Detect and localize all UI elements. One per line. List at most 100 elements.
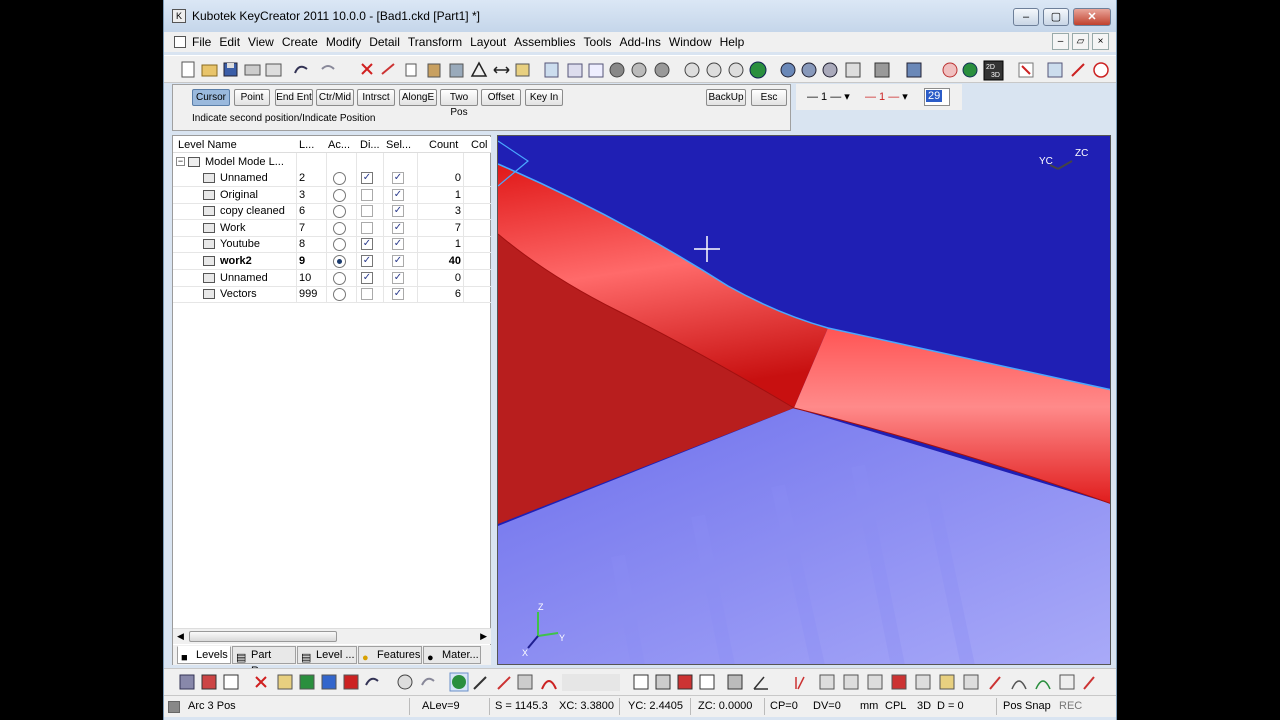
- line-icon[interactable]: [1071, 63, 1085, 77]
- status-units[interactable]: mm: [860, 700, 878, 712]
- shade-icon[interactable]: [962, 62, 978, 78]
- calculator-icon[interactable]: [874, 62, 890, 78]
- header-count[interactable]: Count: [429, 139, 458, 151]
- display-checkbox[interactable]: [361, 205, 373, 218]
- status-pos-snap[interactable]: Pos Snap: [1003, 700, 1051, 712]
- cursor-button[interactable]: Cursor: [192, 89, 230, 106]
- dim-10-icon[interactable]: [1011, 680, 1027, 690]
- pick-icon[interactable]: [1018, 62, 1034, 78]
- pan-icon[interactable]: [631, 62, 647, 78]
- red-part-icon[interactable]: [677, 674, 693, 690]
- part-icon[interactable]: [655, 674, 671, 690]
- select-icon[interactable]: [544, 62, 559, 78]
- tab-part-re[interactable]: ▤Part Re...: [232, 646, 296, 677]
- status-dv[interactable]: DV=0: [813, 700, 841, 712]
- menu-modify[interactable]: Modify: [322, 35, 365, 49]
- delete-entity-icon[interactable]: [255, 676, 267, 688]
- pen-red-icon[interactable]: [497, 676, 511, 690]
- refresh-icon[interactable]: [749, 61, 767, 79]
- rotate-icon[interactable]: [654, 62, 670, 78]
- block-icon[interactable]: [517, 674, 533, 690]
- rotate-entity-icon[interactable]: [365, 677, 379, 686]
- esc-button[interactable]: Esc: [751, 89, 787, 106]
- zoom-previous-icon[interactable]: [728, 62, 744, 78]
- dim-9-icon[interactable]: [989, 676, 1001, 690]
- menu-edit[interactable]: Edit: [215, 35, 244, 49]
- dim-2-icon[interactable]: [819, 674, 835, 690]
- dim-3-icon[interactable]: [843, 674, 859, 690]
- key-in-button[interactable]: Key In: [525, 89, 563, 106]
- frame-icon[interactable]: [699, 674, 715, 690]
- menu-detail[interactable]: Detail: [365, 35, 404, 49]
- maximize-button[interactable]: ▢: [1043, 8, 1069, 26]
- menu-transform[interactable]: Transform: [404, 35, 466, 49]
- two-pos-button[interactable]: Two Pos: [440, 89, 478, 118]
- triangle-icon[interactable]: [470, 61, 488, 77]
- level-row[interactable]: Original 3 ✓ 1: [173, 187, 491, 203]
- solid-icon[interactable]: [201, 674, 217, 690]
- box-icon[interactable]: [515, 63, 530, 77]
- document-icon[interactable]: [174, 36, 186, 48]
- paint-icon[interactable]: [321, 674, 337, 690]
- wheel-icon[interactable]: [397, 674, 413, 690]
- select-checkbox[interactable]: ✓: [392, 205, 404, 218]
- level-row[interactable]: Vectors 999 ✓ 6: [173, 286, 491, 302]
- scrollbar-thumb[interactable]: [189, 631, 337, 642]
- menu-assemblies[interactable]: Assemblies: [510, 35, 579, 49]
- active-radio[interactable]: [333, 238, 346, 252]
- mdi-minimize-button[interactable]: –: [1052, 33, 1069, 50]
- ctr-mid-button[interactable]: Ctr/Mid: [316, 89, 354, 106]
- fill-icon[interactable]: [343, 674, 359, 690]
- copy-entity-icon[interactable]: [277, 674, 293, 690]
- active-radio[interactable]: [333, 205, 346, 219]
- view-4-icon[interactable]: [845, 62, 861, 78]
- active-level-input[interactable]: 29: [924, 88, 950, 106]
- menu-tools[interactable]: Tools: [580, 35, 616, 49]
- new-file-icon[interactable]: [181, 61, 195, 78]
- level-tree-root[interactable]: − Model Mode L...: [173, 154, 491, 170]
- scroll-left-icon[interactable]: ◀: [177, 631, 184, 642]
- tab-materials[interactable]: ● Mater...: [423, 646, 481, 664]
- dim-13-icon[interactable]: [1083, 676, 1095, 690]
- status-alev[interactable]: ALev=9: [422, 700, 460, 712]
- target-icon[interactable]: [1093, 62, 1109, 78]
- view-2-icon[interactable]: [801, 62, 817, 78]
- trim-icon[interactable]: [381, 63, 395, 75]
- menu-add-ins[interactable]: Add-Ins: [616, 35, 665, 49]
- app-icon[interactable]: K: [172, 9, 186, 23]
- display-checkbox[interactable]: [361, 221, 373, 234]
- header-active[interactable]: Ac...: [328, 139, 350, 151]
- select-checkbox[interactable]: ✓: [392, 172, 404, 184]
- level-name[interactable]: Unnamed: [220, 172, 268, 184]
- header-color[interactable]: Col: [471, 139, 488, 151]
- paste-icon[interactable]: [427, 63, 441, 78]
- dim-4-icon[interactable]: [867, 674, 883, 690]
- zoom-all-icon[interactable]: [706, 62, 722, 78]
- display-checkbox[interactable]: [361, 288, 373, 301]
- menu-create[interactable]: Create: [278, 35, 322, 49]
- level-name[interactable]: Original: [220, 189, 258, 201]
- mesh-icon[interactable]: [567, 63, 583, 78]
- open-file-icon[interactable]: [201, 64, 218, 77]
- cube-icon[interactable]: [727, 674, 743, 690]
- level-name[interactable]: Unnamed: [220, 272, 268, 284]
- level-name[interactable]: Work: [220, 222, 245, 234]
- 2d-3d-icon[interactable]: 2D3D: [983, 60, 1004, 81]
- backup-button[interactable]: BackUp: [706, 89, 746, 106]
- select-checkbox[interactable]: ✓: [392, 288, 404, 301]
- print-preview-icon[interactable]: [265, 63, 282, 77]
- header-display[interactable]: Di...: [360, 139, 380, 151]
- intrsct-button[interactable]: Intrsct: [357, 89, 395, 106]
- status-cp[interactable]: CP=0: [770, 700, 798, 712]
- view-icon[interactable]: [223, 674, 239, 690]
- arc-icon[interactable]: [541, 680, 557, 690]
- select-checkbox[interactable]: ✓: [392, 255, 404, 267]
- display-checkbox[interactable]: [361, 188, 373, 201]
- axis-icon[interactable]: [753, 676, 768, 690]
- header-level-name[interactable]: Level Name: [178, 139, 237, 151]
- dim-5-icon[interactable]: [891, 674, 907, 690]
- active-radio[interactable]: [333, 255, 346, 268]
- copy-icon[interactable]: [405, 63, 417, 77]
- level-name[interactable]: Vectors: [220, 288, 257, 300]
- menu-help[interactable]: Help: [716, 35, 749, 49]
